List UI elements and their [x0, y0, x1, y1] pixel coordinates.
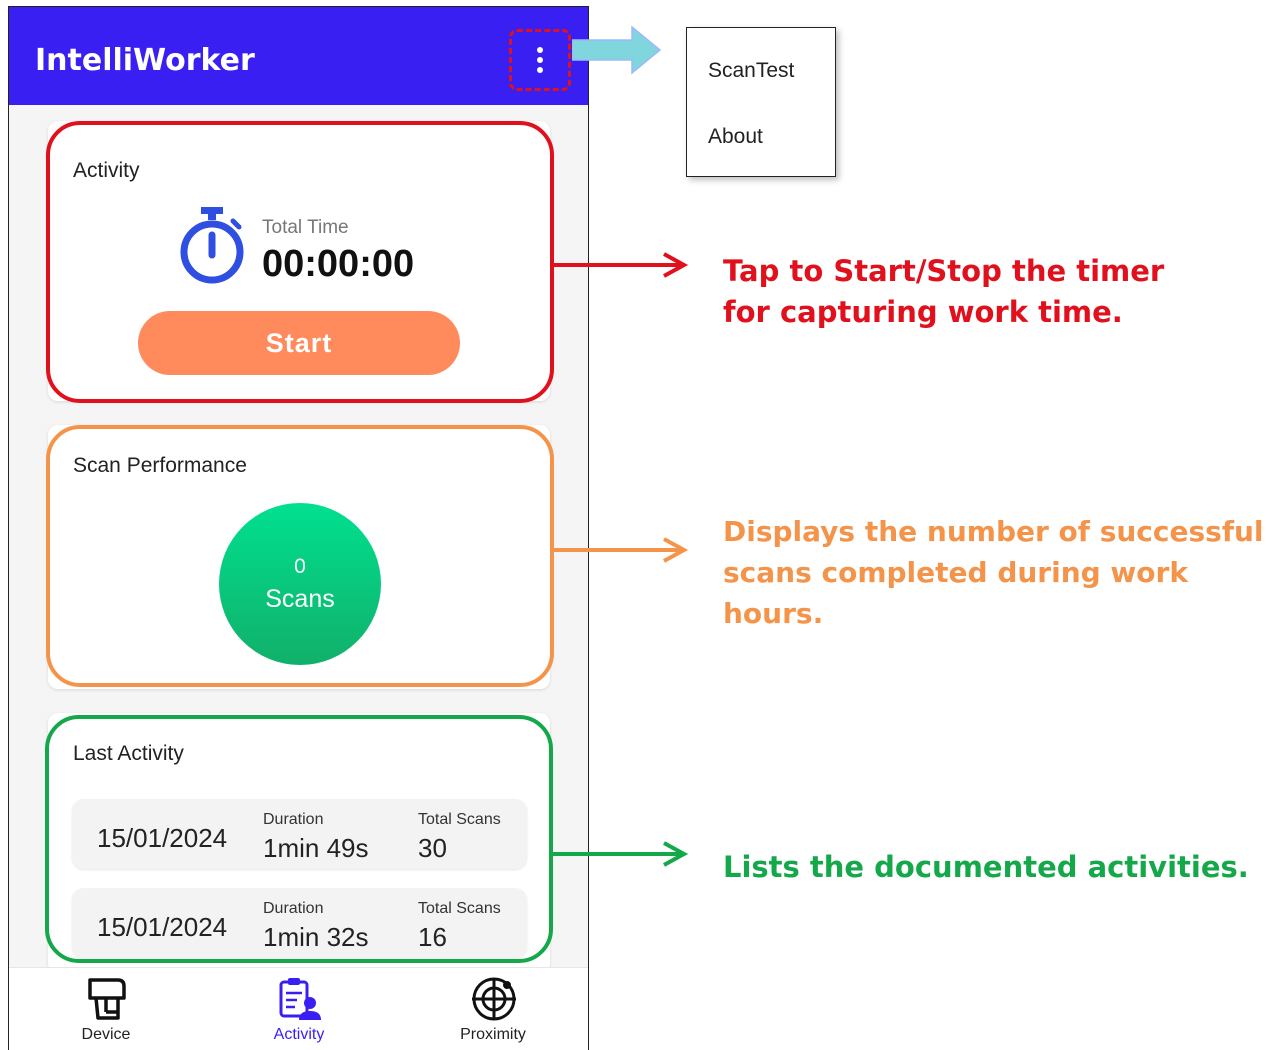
arrow-orange [550, 537, 689, 563]
overflow-popup-menu: ScanTest About [686, 27, 836, 177]
annotation-list-line1: Lists the documented activities. [723, 850, 1249, 884]
annotation-scans-line1: Displays the number of successful [723, 515, 1264, 548]
scan-highlight [46, 425, 554, 687]
menu-item-about[interactable]: About [708, 125, 763, 149]
annotation-scans: Displays the number of successful scans … [723, 511, 1270, 634]
app-bar: IntelliWorker [9, 7, 588, 105]
annotation-scans-line2: scans completed during work hours. [723, 556, 1188, 630]
clipboard-user-icon [279, 978, 321, 1020]
nav-proximity[interactable]: Proximity [398, 968, 588, 1050]
crosshair-icon [472, 977, 516, 1021]
annotation-timer-line1: Tap to Start/Stop the timer [723, 254, 1165, 288]
nav-device-label: Device [81, 1026, 131, 1043]
nav-device[interactable]: Device [11, 968, 201, 1050]
arrow-green [550, 841, 689, 867]
annotation-timer-line2: for capturing work time. [723, 295, 1123, 329]
app-title: IntelliWorker [35, 43, 255, 78]
bottom-navigation: Device Activity Proximity [9, 967, 588, 1050]
scanner-icon [88, 978, 126, 1020]
nav-proximity-label: Proximity [460, 1026, 526, 1043]
phone-screen: IntelliWorker Activity Total Time 00:00:… [8, 6, 589, 1050]
annotation-list: Lists the documented activities. [723, 847, 1249, 888]
menu-pointer-arrow [572, 26, 662, 75]
menu-item-scantest[interactable]: ScanTest [708, 59, 794, 83]
annotation-timer: Tap to Start/Stop the timer for capturin… [723, 251, 1164, 333]
nav-activity-label: Activity [273, 1026, 325, 1043]
nav-activity[interactable]: Activity [204, 968, 394, 1050]
activity-highlight [46, 121, 554, 403]
overflow-menu-button[interactable] [509, 29, 571, 91]
arrow-red [550, 252, 689, 278]
last-activity-highlight [45, 715, 553, 963]
more-vert-icon [537, 47, 543, 77]
